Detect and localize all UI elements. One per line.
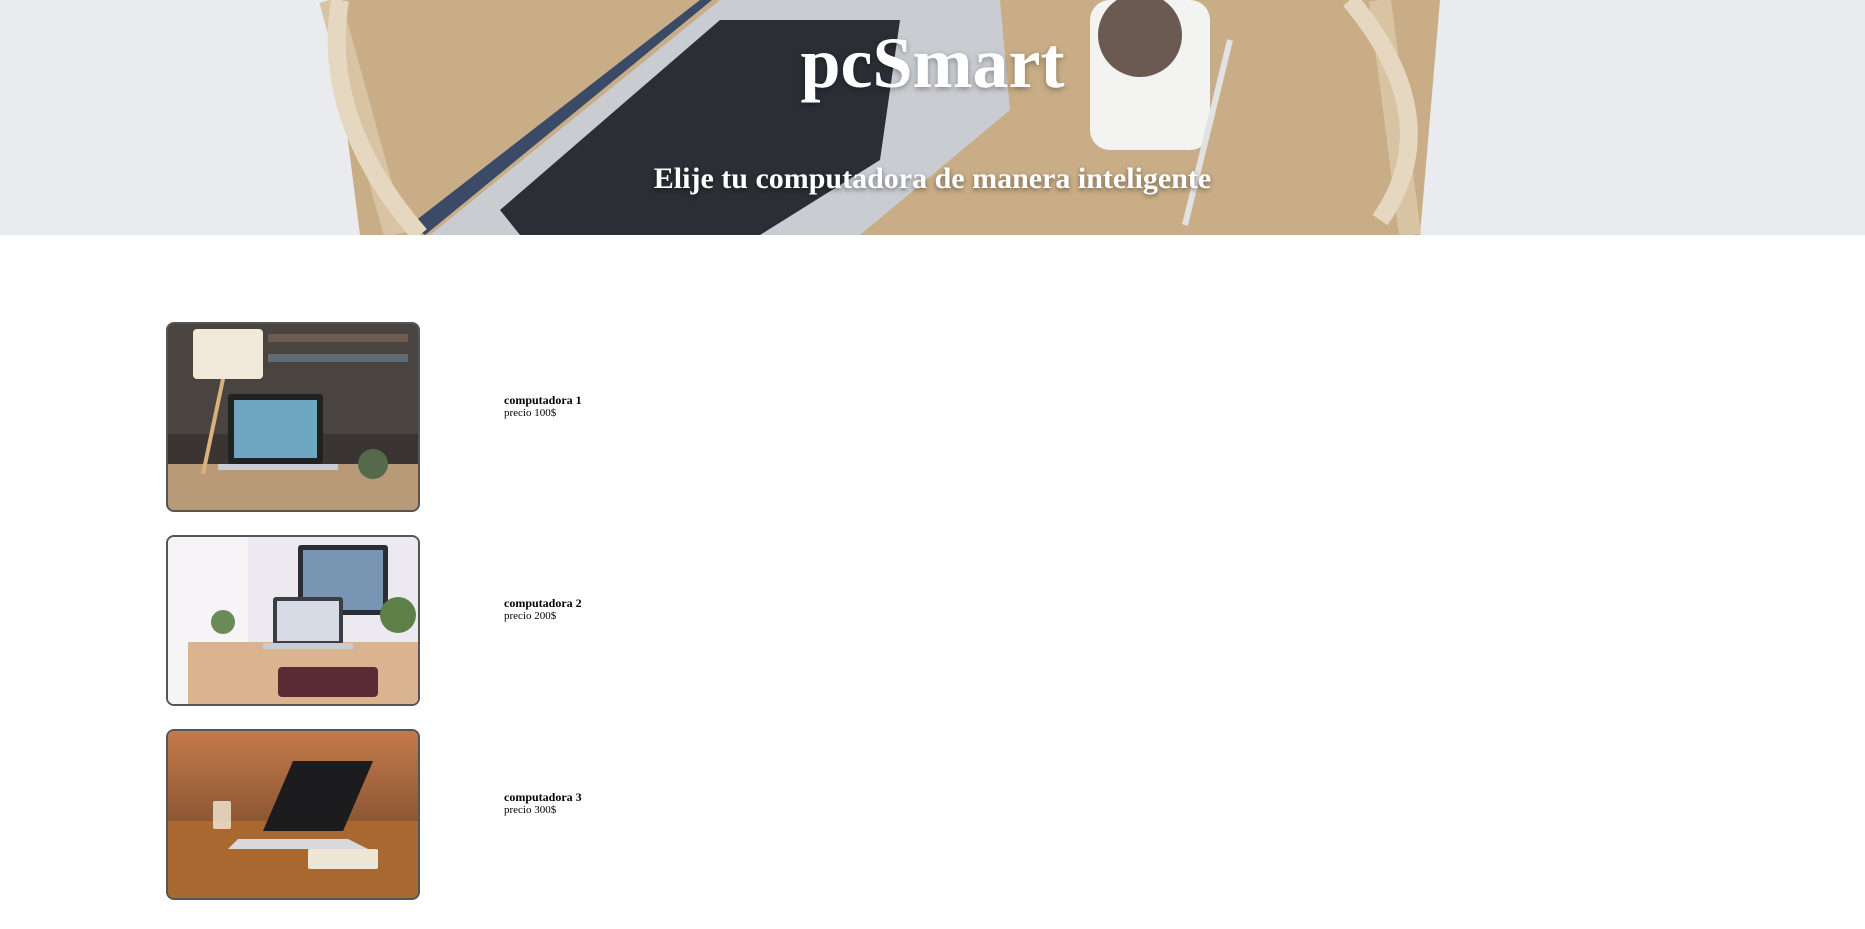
product-image[interactable] (166, 535, 420, 706)
hero-banner: pcSmart Elije tu computadora de manera i… (0, 0, 1865, 235)
product-price: precio 300$ (504, 804, 557, 816)
product-card: computadora 3 precio 300$ (166, 729, 582, 900)
product-card: computadora 2 precio 200$ (166, 535, 582, 706)
site-title: pcSmart (800, 23, 1065, 103)
product-details: computadora 2 precio 200$ (504, 597, 582, 623)
laptop-on-desk-with-lamp-photo (168, 324, 418, 510)
product-image[interactable] (166, 322, 420, 512)
product-name[interactable]: computadora 1 (504, 394, 582, 407)
product-price: precio 100$ (504, 407, 557, 419)
product-name[interactable]: computadora 2 (504, 597, 582, 610)
product-image[interactable] (166, 729, 420, 900)
laptop-and-monitor-workspace-photo (168, 537, 418, 704)
laptop-on-wooden-table-photo (168, 731, 418, 898)
product-name[interactable]: computadora 3 (504, 791, 582, 804)
product-details: computadora 1 precio 100$ (504, 394, 582, 420)
product-details: computadora 3 precio 300$ (504, 791, 582, 817)
site-subtitle: Elije tu computadora de manera inteligen… (653, 162, 1212, 195)
product-card: computadora 1 precio 100$ (166, 322, 582, 512)
product-price: precio 200$ (504, 610, 557, 622)
